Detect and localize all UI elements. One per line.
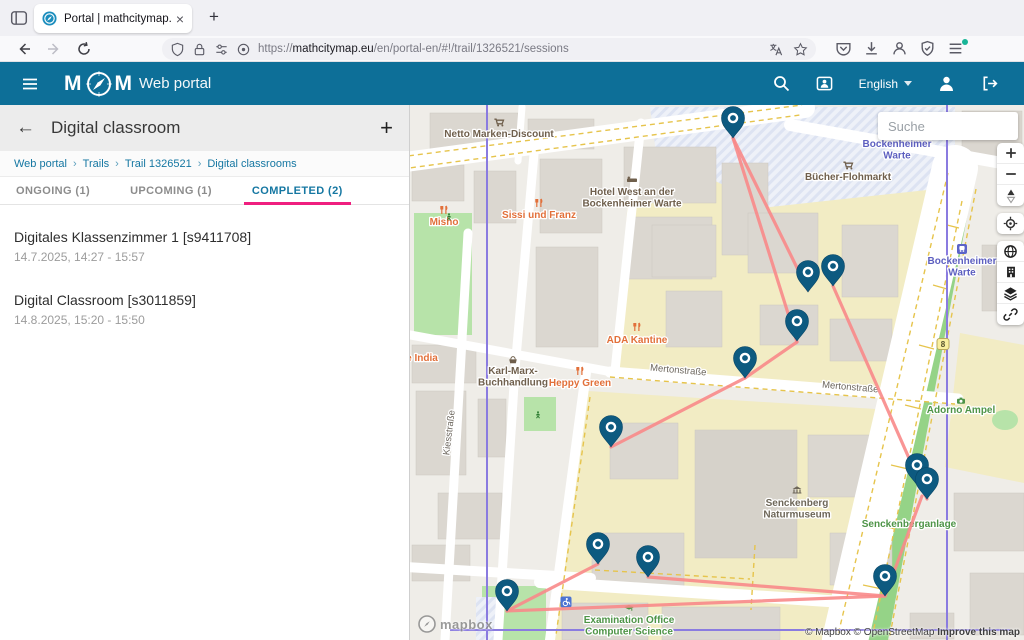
layers-button[interactable] [997,283,1024,304]
menu-notification-dot [962,39,968,45]
app-menu-icon[interactable] [22,78,38,90]
breadcrumb-separator: › [198,158,202,170]
mapbox-logo[interactable]: mapbox [418,615,493,633]
account-icon[interactable] [891,40,908,57]
inbox-icon[interactable] [816,75,833,92]
svg-text:Examination OfficeComputer Sci: Examination OfficeComputer Science [584,615,675,638]
map-search-input[interactable] [878,112,1018,140]
wheelchair-icon [561,597,572,608]
breadcrumb-item[interactable]: Web portal [14,158,67,170]
browser-tab[interactable]: Portal | mathcitymap.eu × [34,4,192,33]
svg-text:Adorno Ampel: Adorno Ampel [927,405,996,416]
download-icon[interactable] [863,40,880,57]
user-icon[interactable] [938,75,955,92]
location-permission-icon[interactable] [236,42,251,57]
breadcrumb-separator: › [73,158,77,170]
svg-text:Karl-Marx-Buchhandlung: Karl-Marx-Buchhandlung [478,366,548,389]
mapbox-logo-icon [418,615,436,633]
svg-text:Bücher-Flohmarkt: Bücher-Flohmarkt [805,172,892,183]
ubahn-icon [957,244,967,254]
firefox-view-icon[interactable] [10,9,28,27]
url-text: https://mathcitymap.eu/en/portal-en/#!/t… [258,43,768,55]
language-selector[interactable]: English [859,77,898,91]
extension-icon[interactable] [919,40,936,57]
forward-button[interactable] [46,41,62,57]
shield-icon[interactable] [170,42,185,57]
tab-completed[interactable]: COMPLETED (2) [250,177,345,204]
breadcrumb: Web portal › Trails › Trail 1326521 › Digital … [0,151,409,177]
svg-text:ADA Kantine: ADA Kantine [607,335,668,346]
svg-text:Hotel West an derBockenheimer: Hotel West an derBockenheimer Warte [582,187,682,210]
geolocate-button[interactable] [997,213,1024,234]
session-time: 14.8.2025, 15:20 - 15:50 [14,313,393,327]
bookmark-star-icon[interactable] [793,42,808,57]
breadcrumb-item[interactable]: Trails [83,158,109,170]
session-time: 14.7.2025, 14:27 - 15:57 [14,250,393,264]
reload-button[interactable] [76,41,92,57]
globe-button[interactable] [997,241,1024,262]
tab-title: Portal | mathcitymap.eu [64,13,172,25]
logout-icon[interactable] [981,75,998,92]
breadcrumb-item[interactable]: Trail 1326521 [125,158,192,170]
session-name: Digitales Klassenzimmer 1 [s9411708] [14,229,393,245]
back-arrow-button[interactable]: ← [16,117,35,139]
breadcrumb-separator: › [115,158,119,170]
svg-text:Sissi und Franz: Sissi und Franz [502,210,576,221]
map-attribution[interactable]: © Mapbox © OpenStreetMap Improve this ma… [805,627,1020,638]
lock-icon[interactable] [192,42,207,57]
tab-ongoing[interactable]: ONGOING (1) [14,177,92,204]
svg-text:Heppy Green: Heppy Green [549,378,611,389]
zoom-controls [997,143,1024,206]
tab-upcoming[interactable]: UPCOMING (1) [128,177,214,204]
pitch-compass-button[interactable] [997,185,1024,206]
session-name: Digital Classroom [s3011859] [14,292,393,308]
panel-header: ← Digital classroom + [0,105,409,151]
chevron-down-icon[interactable] [904,81,912,86]
mcm-logo: M M [64,69,133,99]
svg-text:8: 8 [941,340,946,349]
compass-icon [84,69,114,99]
url-bar[interactable]: https://mathcitymap.eu/en/portal-en/#!/t… [162,38,816,60]
page-title: Digital classroom [51,118,380,138]
breadcrumb-item[interactable]: Digital classrooms [207,158,296,170]
app-header: M M Web portal English [0,62,1024,105]
session-list: Digitales Klassenzimmer 1 [s9411708] 14.7… [0,205,409,327]
zoom-out-button[interactable] [997,164,1024,185]
svg-text:SenckenbergNaturmuseum: SenckenbergNaturmuseum [763,498,830,521]
translate-icon[interactable] [768,42,783,57]
search-icon[interactable] [773,75,790,92]
permissions-icon[interactable] [214,42,229,57]
building-3d-button[interactable] [997,262,1024,283]
session-tabs: ONGOING (1) UPCOMING (1) COMPLETED (2) [0,177,409,205]
svg-text:Netto Marken-Discount: Netto Marken-Discount [444,129,554,140]
svg-text:Misho: Misho [430,217,459,228]
route-badge-icon: 8 [937,339,949,350]
map-base: Netto Marken-Discount Misho Sissi und Fran… [410,105,1024,640]
sessions-panel: ← Digital classroom + Web portal › Trails ›… [0,105,410,640]
geolocate-control [997,213,1024,234]
add-session-button[interactable]: + [380,115,393,141]
share-link-button[interactable] [997,304,1024,325]
session-list-item[interactable]: Digitales Klassenzimmer 1 [s9411708] 14.7… [14,229,393,264]
browser-window: Portal | mathcitymap.eu × + https [0,0,1024,640]
tab-close-button[interactable]: × [176,12,184,26]
map-canvas[interactable]: Netto Marken-Discount Misho Sissi und Fran… [410,105,1024,640]
mcm-favicon [42,11,57,26]
zoom-in-button[interactable] [997,143,1024,164]
new-tab-button[interactable]: + [203,7,225,27]
svg-text:e India: e India [410,353,438,364]
back-button[interactable] [16,41,32,57]
browser-tab-strip: Portal | mathcitymap.eu × + [0,0,1024,36]
session-list-item[interactable]: Digital Classroom [s3011859] 14.8.2025, 1… [14,292,393,327]
app-title: Web portal [139,75,211,92]
pocket-icon[interactable] [835,40,852,57]
map-tools [997,241,1024,325]
map-label: e India [410,353,438,364]
